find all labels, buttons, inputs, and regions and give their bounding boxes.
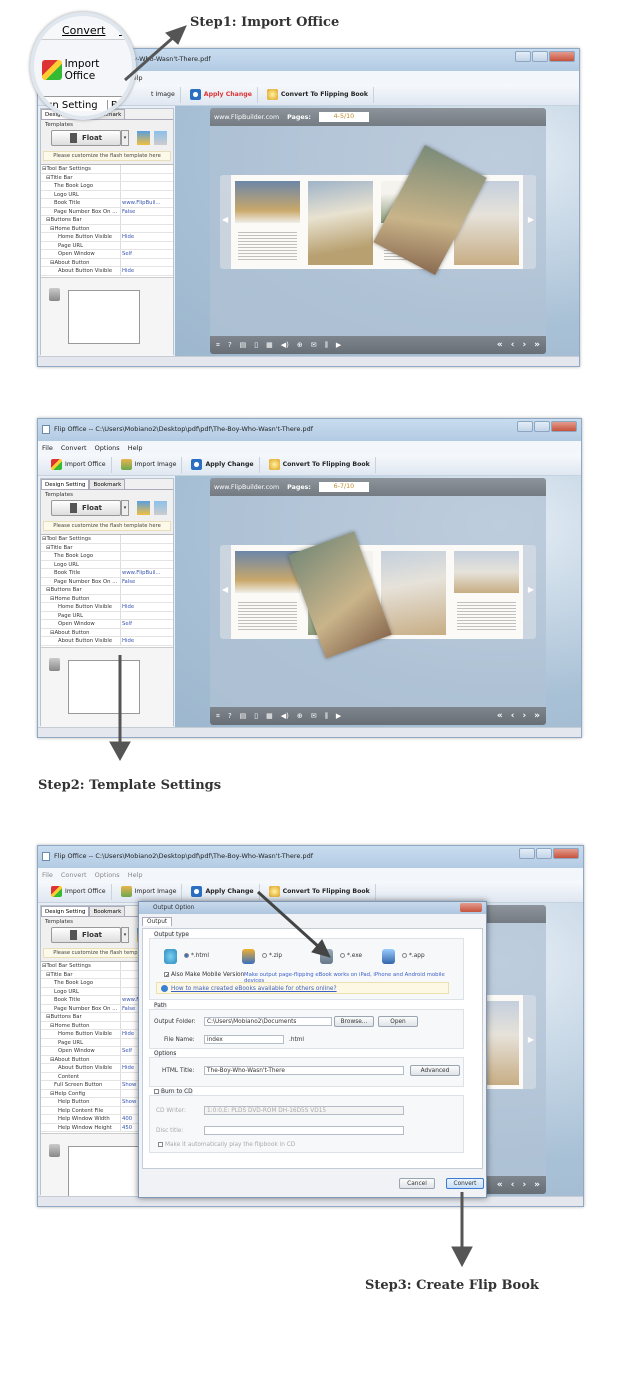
arrow-step3 (451, 1192, 473, 1268)
arrow-step2 (109, 655, 131, 762)
arrow-step3-dialog (256, 890, 331, 958)
annotation-arrows (109, 25, 473, 1268)
arrow-step1 (124, 25, 187, 82)
